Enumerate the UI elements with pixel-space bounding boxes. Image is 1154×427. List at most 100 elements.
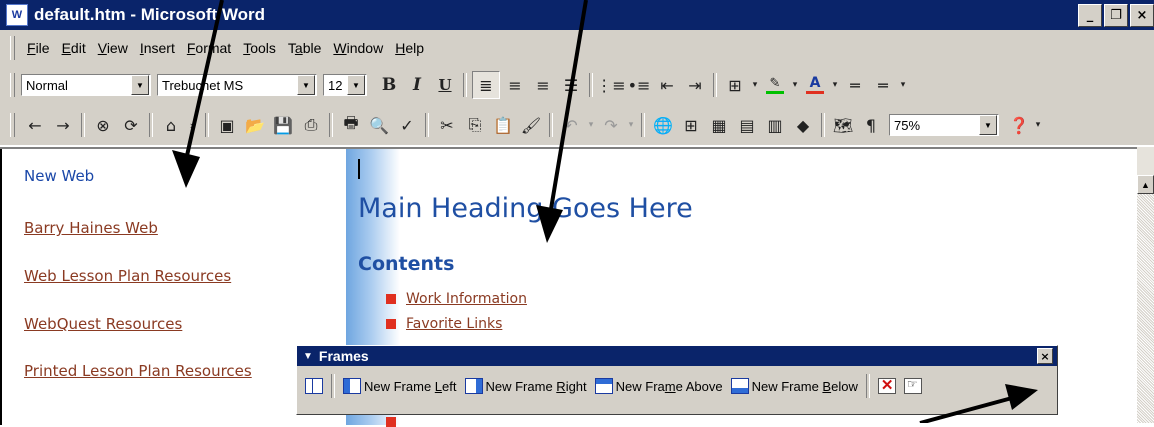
- horizontal-line-icon[interactable]: ═: [842, 72, 868, 98]
- frame-above-button[interactable]: New Frame Above: [591, 378, 727, 394]
- nav-title[interactable]: New Web: [24, 167, 94, 185]
- document-map-icon[interactable]: 🗺: [830, 112, 856, 138]
- contents-heading[interactable]: Contents: [358, 253, 454, 275]
- copy-icon[interactable]: ⎘: [462, 112, 488, 138]
- highlight-icon[interactable]: ✎: [762, 72, 788, 98]
- underline-button[interactable]: U: [432, 72, 458, 98]
- nav-link[interactable]: Web Lesson Plan Resources: [24, 267, 231, 285]
- new-web-page-icon[interactable]: ▣: [214, 112, 240, 138]
- drawing-icon[interactable]: ◆: [790, 112, 816, 138]
- contents-link[interactable]: Work Information: [406, 291, 527, 307]
- frame-properties-button[interactable]: ☞: [900, 377, 926, 394]
- nav-link[interactable]: WebQuest Resources: [24, 315, 182, 333]
- vertical-scrollbar[interactable]: ▲: [1137, 147, 1154, 423]
- chevron-down-icon[interactable]: ▾: [586, 112, 596, 138]
- redo-icon[interactable]: ↷: [598, 112, 624, 138]
- chevron-down-icon[interactable]: ▼: [303, 351, 313, 362]
- back-icon[interactable]: ←: [22, 112, 48, 138]
- permission-icon[interactable]: ⎙: [298, 112, 324, 138]
- contents-item[interactable]: Work Information: [386, 291, 527, 307]
- frame-right-button[interactable]: New Frame Right: [461, 378, 591, 394]
- menu-item[interactable]: Table: [282, 40, 327, 56]
- font-color-icon[interactable]: A: [802, 72, 828, 98]
- spelling-icon[interactable]: ✓: [394, 112, 420, 138]
- chevron-down-icon[interactable]: ▾: [790, 72, 800, 98]
- menu-item[interactable]: Help: [389, 40, 430, 56]
- font-size-dropdown[interactable]: 12 ▼: [323, 74, 367, 96]
- decrease-indent-icon[interactable]: ⇤: [654, 72, 680, 98]
- restore-button[interactable]: ❐: [1104, 4, 1128, 27]
- menu-item[interactable]: Tools: [237, 40, 282, 56]
- contents-item[interactable]: Favorite Links: [386, 316, 502, 332]
- menu-item[interactable]: Format: [181, 40, 237, 56]
- scroll-track[interactable]: [1137, 194, 1154, 423]
- menu-item[interactable]: View: [92, 40, 134, 56]
- toolbar-options-icon[interactable]: ▾: [898, 72, 908, 98]
- save-icon[interactable]: 💾: [270, 112, 296, 138]
- delete-frame-button[interactable]: ✕: [874, 377, 900, 394]
- insert-table-icon[interactable]: ▦: [706, 112, 732, 138]
- align-right-icon[interactable]: ≡: [530, 72, 556, 98]
- toolbar-options-icon[interactable]: ▾: [1034, 112, 1042, 138]
- bold-button[interactable]: B: [376, 72, 402, 98]
- scroll-up-button[interactable]: ▲: [1137, 175, 1154, 194]
- align-left-icon[interactable]: ≣: [472, 71, 500, 99]
- insert-excel-icon[interactable]: ▤: [734, 112, 760, 138]
- chevron-down-icon[interactable]: ▼: [979, 115, 997, 135]
- chevron-down-icon[interactable]: ▾: [750, 72, 760, 98]
- italic-button[interactable]: I: [404, 72, 430, 98]
- align-center-icon[interactable]: ≡: [502, 72, 528, 98]
- toolbar-grip[interactable]: [10, 113, 15, 137]
- contents-link[interactable]: Favorite Links: [406, 316, 502, 332]
- format-painter-icon[interactable]: 🖌: [518, 112, 544, 138]
- help-icon[interactable]: ❓: [1006, 112, 1032, 138]
- more-buttons-icon[interactable]: »: [186, 112, 200, 138]
- menu-item[interactable]: Edit: [56, 40, 92, 56]
- chevron-down-icon[interactable]: ▾: [626, 112, 636, 138]
- frame-below-button[interactable]: New Frame Below: [727, 378, 862, 394]
- show-hide-icon[interactable]: ¶: [858, 112, 884, 138]
- frames-toolbar-titlebar[interactable]: ▼ Frames ×: [297, 346, 1057, 366]
- numbering-icon[interactable]: ⋮≡: [596, 72, 625, 98]
- home-icon[interactable]: ⌂: [158, 112, 184, 138]
- toolbar-grip[interactable]: [10, 36, 15, 60]
- columns-icon[interactable]: ▥: [762, 112, 788, 138]
- borders-icon[interactable]: ⊞: [722, 72, 748, 98]
- menu-item[interactable]: Window: [327, 40, 389, 56]
- minimize-button[interactable]: _: [1078, 4, 1102, 27]
- increase-indent-icon[interactable]: ⇥: [682, 72, 708, 98]
- tables-borders-icon[interactable]: ⊞: [678, 112, 704, 138]
- zoom-dropdown[interactable]: 75% ▼: [889, 114, 999, 136]
- chevron-down-icon[interactable]: ▼: [347, 75, 365, 95]
- frame-left-button[interactable]: New Frame Left: [339, 378, 461, 394]
- close-button[interactable]: ×: [1130, 4, 1154, 27]
- toolbar-grip[interactable]: [10, 73, 15, 97]
- stop-icon[interactable]: ⊗: [90, 112, 116, 138]
- open-folder-icon[interactable]: 📂: [242, 112, 268, 138]
- paste-icon[interactable]: 📋: [490, 112, 516, 138]
- refresh-icon[interactable]: ⟳: [118, 112, 144, 138]
- hyperlink-icon[interactable]: 🌐: [650, 112, 676, 138]
- menu-item[interactable]: Insert: [134, 40, 181, 56]
- web-preview-icon[interactable]: 🔍: [366, 112, 392, 138]
- bullets-icon[interactable]: •≡: [626, 72, 652, 98]
- table-of-contents-in-frame-button[interactable]: [301, 378, 327, 394]
- font-dropdown[interactable]: Trebuchet MS ▼: [157, 74, 317, 96]
- print-icon[interactable]: 🖶: [338, 112, 364, 138]
- undo-icon[interactable]: ↶: [558, 112, 584, 138]
- chevron-down-icon[interactable]: ▼: [297, 75, 315, 95]
- menu-item[interactable]: File: [21, 40, 56, 56]
- style-dropdown[interactable]: Normal ▼: [21, 74, 151, 96]
- nav-link[interactable]: Barry Haines Web: [24, 219, 158, 237]
- forward-icon[interactable]: →: [50, 112, 76, 138]
- close-icon[interactable]: ×: [1037, 348, 1053, 364]
- horizontal-line-icon[interactable]: ═: [870, 72, 896, 98]
- nav-link[interactable]: Printed Lesson Plan Resources: [24, 362, 252, 380]
- justify-icon[interactable]: ☰: [558, 72, 584, 98]
- cut-icon[interactable]: ✂: [434, 112, 460, 138]
- left-frame[interactable]: New Web Barry Haines Web Web Lesson Plan R…: [0, 149, 346, 425]
- word-doc-icon[interactable]: W: [6, 4, 28, 26]
- chevron-down-icon[interactable]: ▾: [830, 72, 840, 98]
- main-heading[interactable]: Main Heading Goes Here: [358, 193, 693, 224]
- chevron-down-icon[interactable]: ▼: [131, 75, 149, 95]
